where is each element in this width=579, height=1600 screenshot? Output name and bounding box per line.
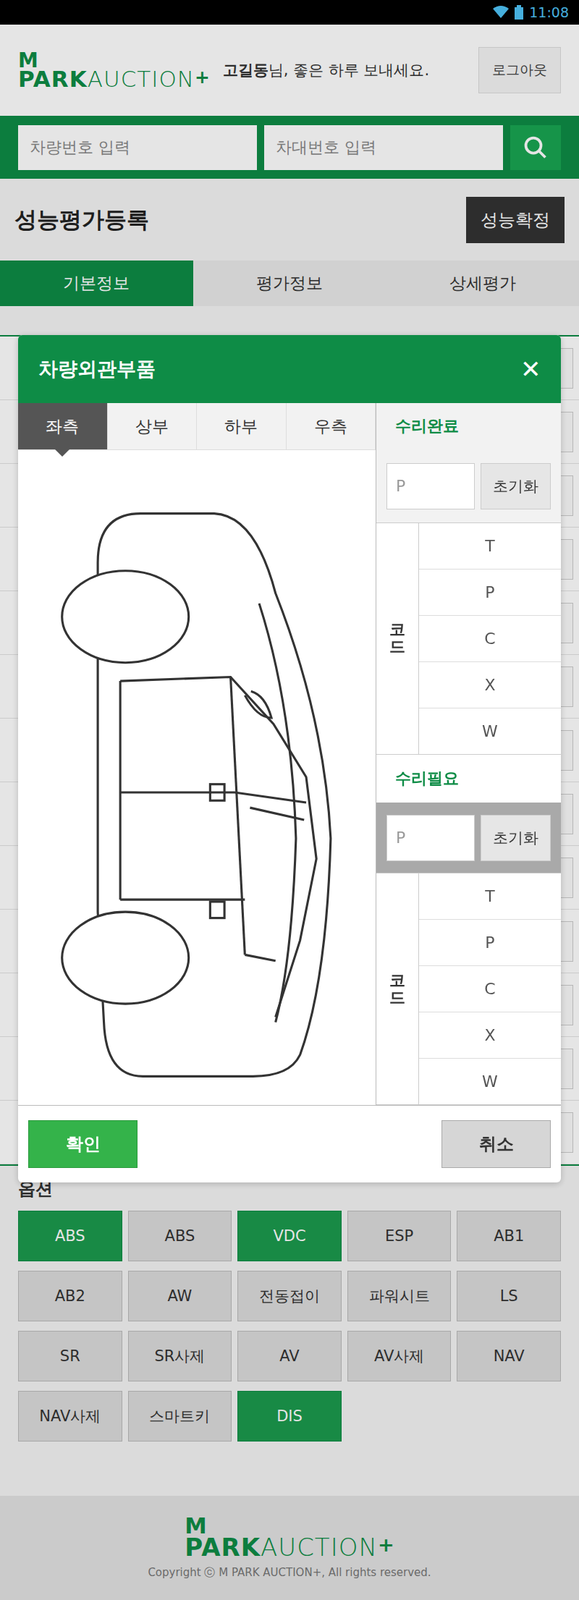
code-item[interactable]: X xyxy=(419,1012,561,1059)
code-item[interactable]: P xyxy=(419,919,561,967)
code-item[interactable]: P xyxy=(419,569,561,616)
view-pane: 좌측상부하부우측 xyxy=(18,403,376,1106)
code-section: 코드TPCXW xyxy=(376,523,561,755)
code-item[interactable]: W xyxy=(419,1058,561,1105)
modal-title: 차량외관부품 xyxy=(38,356,156,383)
cancel-button[interactable]: 취소 xyxy=(441,1120,551,1169)
modal-header: 차량외관부품 ✕ xyxy=(18,335,561,404)
reset-button[interactable]: 초기화 xyxy=(480,463,551,510)
code-section: 코드TPCXW xyxy=(376,873,561,1106)
close-button[interactable]: ✕ xyxy=(520,354,541,384)
code-item[interactable]: T xyxy=(419,523,561,570)
code-label: 코드 xyxy=(376,523,420,755)
group-title: 수리완료 xyxy=(376,403,561,451)
group-title: 수리필요 xyxy=(376,754,561,804)
code-input-row: 초기화 xyxy=(376,802,561,874)
code-item[interactable]: X xyxy=(419,662,561,709)
view-tabs: 좌측상부하부우측 xyxy=(18,403,376,451)
parts-modal: 차량외관부품✕좌측상부하부우측수리완료초기화코드TPCXW수리필요초기화코드TP… xyxy=(18,335,561,1183)
reset-button[interactable]: 초기화 xyxy=(480,814,551,862)
car-left-side-icon[interactable] xyxy=(18,450,376,1106)
ok-button[interactable]: 확인 xyxy=(28,1120,138,1169)
code-item[interactable]: W xyxy=(419,708,561,755)
code-item[interactable]: C xyxy=(419,615,561,663)
code-input-row: 초기화 xyxy=(376,450,561,524)
code-list: TPCXW xyxy=(419,873,561,1105)
modal-overlay: 차량외관부품✕좌측상부하부우측수리완료초기화코드TPCXW수리필요초기화코드TP… xyxy=(0,0,579,1600)
modal-footer: 확인 취소 xyxy=(18,1105,561,1183)
view-tab[interactable]: 좌측 xyxy=(18,403,108,450)
tab-pointer xyxy=(55,449,70,457)
car-canvas xyxy=(18,450,376,1106)
view-tab[interactable]: 하부 xyxy=(196,403,287,450)
code-input[interactable] xyxy=(386,814,475,862)
code-pane: 수리완료초기화코드TPCXW수리필요초기화코드TPCXW xyxy=(375,403,561,1106)
view-tab[interactable]: 우측 xyxy=(286,403,377,450)
code-list: TPCXW xyxy=(419,523,561,755)
code-input[interactable] xyxy=(386,463,475,510)
modal-body: 좌측상부하부우측수리완료초기화코드TPCXW수리필요초기화코드TPCXW xyxy=(18,403,561,1106)
code-item[interactable]: C xyxy=(419,966,561,1013)
view-tab[interactable]: 상부 xyxy=(107,403,198,450)
code-label: 코드 xyxy=(376,873,420,1105)
code-item[interactable]: T xyxy=(419,873,561,920)
